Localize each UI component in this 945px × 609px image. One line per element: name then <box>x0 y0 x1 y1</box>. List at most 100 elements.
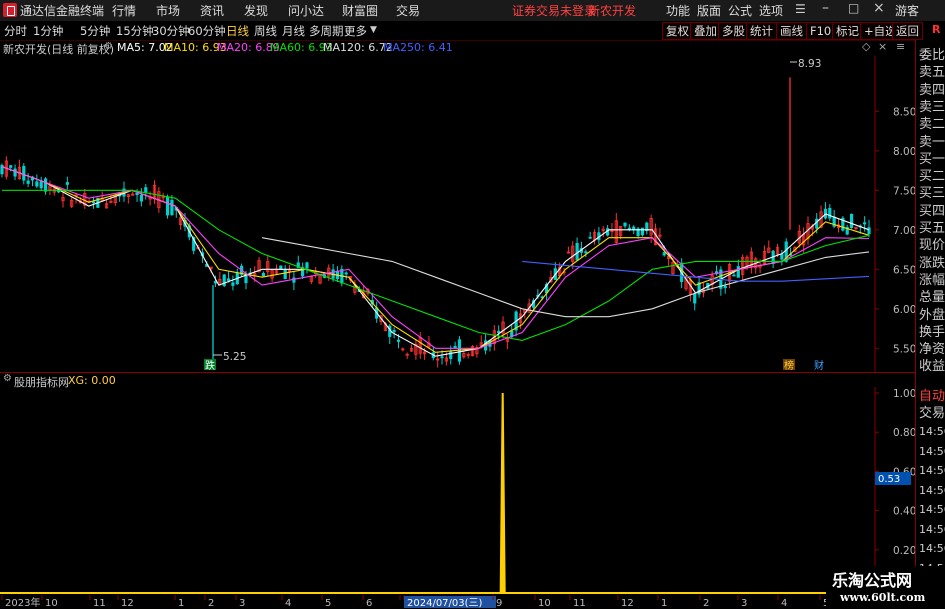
indicator-header: ⚙ 股朋指标网 XG: 0.00 <box>0 373 915 389</box>
price-tick-label: 7.00 <box>893 225 915 237</box>
close-icon[interactable]: × <box>873 0 885 16</box>
indicator-tick-label: 0.40 <box>893 506 915 518</box>
minimize-icon[interactable]: – <box>822 0 829 16</box>
menu-wenxiaoda[interactable]: 问小达 <box>288 2 324 19</box>
chevron-down-icon[interactable]: ▼ <box>370 25 377 35</box>
stock-alert[interactable]: 新农开发 <box>588 2 636 19</box>
back-button[interactable]: 返回 <box>892 22 923 40</box>
menu-jiaoyi[interactable]: 交易 <box>396 2 420 19</box>
tab-weekly[interactable]: 周线 <box>254 23 277 39</box>
indicator-value: XG: 0.00 <box>68 374 116 387</box>
restore-rights-button[interactable]: 复权 <box>662 22 693 40</box>
login-notice[interactable]: 证券交易未登录 <box>512 2 596 19</box>
tick-time: 14:56 <box>919 444 945 458</box>
tab-5min[interactable]: 5分钟 <box>80 23 110 39</box>
trade-label[interactable]: 交易 <box>919 402 945 421</box>
quote-field-label: 净资 <box>919 342 945 358</box>
quote-field-label: 外盘 <box>919 307 945 323</box>
price-tick-label: 6.00 <box>893 304 915 316</box>
tab-60min[interactable]: 60分钟 <box>188 23 226 39</box>
list-icon[interactable]: ☰ <box>795 2 806 16</box>
candle-body <box>693 293 697 304</box>
menu-faxian[interactable]: 发现 <box>244 2 268 19</box>
statistics-button[interactable]: 统计 <box>746 22 777 40</box>
candle-body <box>497 330 501 334</box>
candle-body <box>815 218 819 229</box>
tick-time: 14:56 <box>919 503 945 516</box>
tab-30min[interactable]: 30分钟 <box>152 23 190 39</box>
tab-15min[interactable]: 15分钟 <box>116 23 154 39</box>
r-badge-area: R <box>929 21 945 40</box>
menu-caifuquan[interactable]: 财富圈 <box>342 2 378 19</box>
app-title: 通达信金融终端 <box>20 4 105 18</box>
current-value-text: 0.53 <box>878 474 900 485</box>
maximize-icon[interactable]: □ <box>848 1 859 15</box>
price-tick-label: 5.50 <box>893 343 915 355</box>
candle-body <box>170 199 174 216</box>
tab-more[interactable]: 更多 <box>344 23 367 39</box>
tab-fenshi[interactable]: 分时 <box>4 23 27 39</box>
quote-field-label: 收益 <box>919 359 945 375</box>
indicator-chart[interactable]: 1.000.800.600.400.20 0.53 <box>0 387 915 595</box>
chart-title: 新农开发(日线 前复权) <box>3 43 115 56</box>
main-chart-info-row: 新农开发(日线 前复权) ⚙ MA5: 7.02 MA10: 6.93 MA20… <box>0 40 915 56</box>
quote-field-label: 现价 <box>919 238 945 254</box>
x-tick-label: 2023年 <box>5 596 40 609</box>
draw-line-button[interactable]: 画线 <box>776 22 807 40</box>
menu-gongneng[interactable]: 功能 <box>666 2 690 19</box>
svg-text:跌: 跌 <box>205 359 215 372</box>
x-tick-label: 12 <box>621 598 634 609</box>
candle-body <box>780 254 784 260</box>
menu-gongshi[interactable]: 公式 <box>728 2 752 19</box>
mark-button[interactable]: 标记 <box>832 22 863 40</box>
r-badge[interactable]: R <box>932 23 940 36</box>
candle-body <box>305 262 309 269</box>
tab-daily[interactable]: 日线 <box>226 23 249 39</box>
indicator-grid <box>874 387 879 595</box>
menu-zixun[interactable]: 资讯 <box>200 2 224 19</box>
menu-shichang[interactable]: 市场 <box>156 2 180 19</box>
menu-banmian[interactable]: 版面 <box>697 2 721 19</box>
price-chart[interactable]: 8.50 8.00 7.50 7.00 6.50 6.00 5.50 8.93 5.25 跌… <box>0 56 915 372</box>
guest-button[interactable]: 游客 <box>895 2 919 19</box>
candle-body <box>736 266 740 278</box>
quote-field-label: 换手 <box>919 324 945 340</box>
candle-body <box>165 197 170 216</box>
multi-stock-button[interactable]: 多股 <box>718 22 749 40</box>
chart-menu-icon[interactable]: ≡ <box>896 40 905 53</box>
price-tick-label: 6.50 <box>893 264 915 276</box>
tab-multi-period[interactable]: 多周期 <box>309 23 344 39</box>
menu-bar: 通达信金融终端 行情 市场 资讯 发现 问小达 财富圈 交易 证券交易未登录 新… <box>0 0 945 22</box>
tick-time: 14:56 <box>919 483 945 497</box>
candle-body <box>396 339 401 342</box>
diamond-icon[interactable]: ◇ <box>862 40 870 53</box>
close-icon[interactable]: × <box>878 40 887 53</box>
quote-field-label: 买一 <box>919 151 945 167</box>
candle-body <box>662 252 666 256</box>
menu-hangqing[interactable]: 行情 <box>112 2 136 19</box>
candle-body <box>26 180 30 184</box>
x-tick-label: 9 <box>496 598 502 609</box>
quote-field-label: 卖五 <box>919 65 945 81</box>
candle-body <box>640 227 645 236</box>
overlay-button[interactable]: 叠加 <box>690 22 721 40</box>
x-tick-label: 1 <box>178 598 184 609</box>
quote-field-label: 卖三 <box>919 99 945 115</box>
high-marker: 8.93 <box>790 58 821 70</box>
candle-body <box>13 168 17 177</box>
indicator-signal <box>0 393 875 594</box>
tab-monthly[interactable]: 月线 <box>282 23 305 39</box>
indicator-signal-spike <box>499 393 506 593</box>
candle-body <box>623 222 627 227</box>
indicator-gear-icon[interactable]: ⚙ <box>3 373 12 384</box>
candle-body <box>144 187 148 193</box>
settings-gear-icon[interactable]: ⚙ <box>104 41 113 52</box>
tab-1min[interactable]: 1分钟 <box>33 23 63 39</box>
f10-button[interactable]: F10 <box>806 22 836 40</box>
candle-body <box>828 207 832 219</box>
candle-body <box>231 282 235 286</box>
candle-body <box>392 330 396 333</box>
x-tick-label: 1 <box>661 598 667 609</box>
menu-xuanxiang[interactable]: 选项 <box>759 2 783 19</box>
bang-marker: 榜 <box>783 359 795 372</box>
